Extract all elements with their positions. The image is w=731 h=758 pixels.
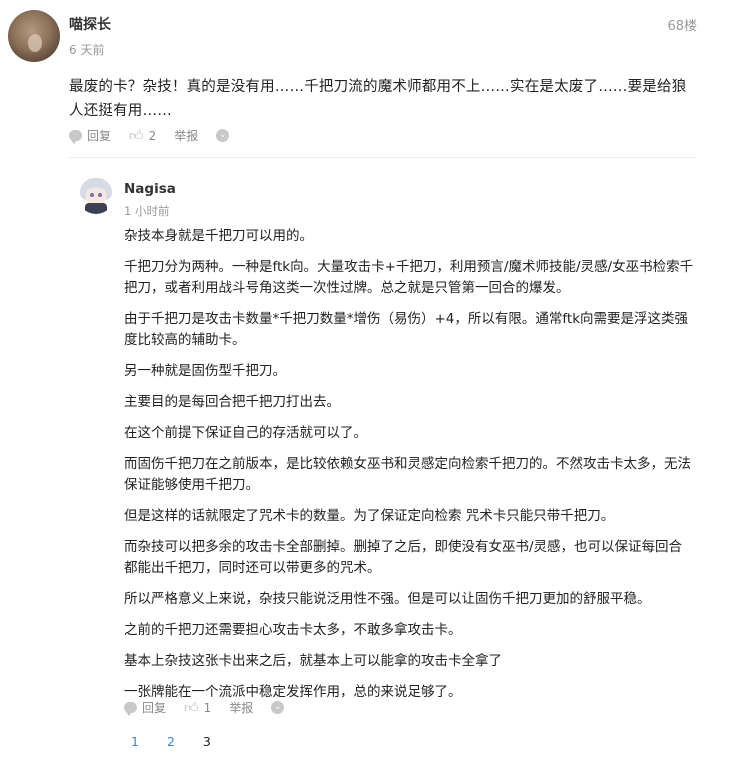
page-current: 3 <box>202 734 211 749</box>
paragraph: 杂技本身就是千把刀可以用的。 <box>124 228 313 244</box>
floor-number: 68楼 <box>667 19 697 34</box>
reply-label: 回复 <box>87 129 112 143</box>
avatar-image <box>28 34 42 52</box>
report-button[interactable]: 举报 <box>174 127 198 144</box>
page-link-2[interactable]: 2 <box>167 734 175 749</box>
page-link-1[interactable]: 1 <box>131 734 139 749</box>
chevron-down-icon[interactable]: ⌄ <box>271 701 285 714</box>
like-count: 2 <box>148 128 157 143</box>
paragraph: 所以严格意义上来说，杂技只能说泛用性不强。但是可以让固伤千把刀更加的舒服平稳。 <box>124 591 651 607</box>
reply-label: 回复 <box>142 701 167 715</box>
paragraph: 在这个前提下保证自己的存活就可以了。 <box>124 425 367 441</box>
reply-button[interactable]: 回复 <box>69 127 111 144</box>
paragraph: 由于千把刀是攻击卡数量*千把刀数量*增伤（易伤）+4，所以有限。通常ftk向需要… <box>124 311 689 348</box>
reply-button[interactable]: 回复 <box>124 699 166 716</box>
timestamp: 1 小时前 <box>124 204 170 218</box>
chevron-down-icon[interactable]: ⌄ <box>216 129 230 142</box>
comment-post: 喵探长 6 天前 68楼 最废的卡？杂技！真的是没有用……千把刀流的魔术师都用不… <box>0 0 731 170</box>
comment-actions: 回复 👍︎ 2 举报 ⌄ <box>69 127 230 144</box>
report-button[interactable]: 举报 <box>229 699 253 716</box>
paragraph: 基本上杂技这张卡出来之后，就基本上可以能拿的攻击卡全拿了 <box>124 653 502 669</box>
comment-icon <box>69 130 82 144</box>
avatar[interactable] <box>8 10 60 62</box>
report-label: 举报 <box>174 129 199 143</box>
like-button[interactable]: 👍︎ 1 <box>184 701 211 715</box>
paragraph: 另一种就是固伤型千把刀。 <box>124 363 286 379</box>
username[interactable]: Nagisa <box>124 181 176 197</box>
thumbs-up-icon: 👍︎ <box>184 699 199 716</box>
paragraph: 之前的千把刀还需要担心攻击卡太多，不敢多拿攻击卡。 <box>124 622 462 638</box>
reply-text: 杂技本身就是千把刀可以用的。 千把刀分为两种。一种是ftk向。大量攻击卡+千把刀… <box>124 226 694 713</box>
comment-text: 最废的卡？杂技！真的是没有用……千把刀流的魔术师都用不上……实在是太废了……要是… <box>69 79 687 119</box>
paragraph: 千把刀分为两种。一种是ftk向。大量攻击卡+千把刀，利用预言/魔术师技能/灵感/… <box>124 259 694 296</box>
paragraph: 主要目的是每回合把千把刀打出去。 <box>124 394 340 410</box>
paragraph: 而固伤千把刀在之前版本，是比较依赖女巫书和灵感定向检索千把刀的。不然攻击卡太多，… <box>124 456 691 493</box>
thumbs-up-icon: 👍︎ <box>129 127 144 144</box>
pagination: 1 2 3 <box>131 734 239 749</box>
reply-actions: 回复 👍︎ 1 举报 ⌄ <box>124 699 285 716</box>
like-count: 1 <box>203 700 212 715</box>
timestamp: 6 天前 <box>69 43 105 57</box>
comment-icon <box>124 702 137 716</box>
paragraph: 但是这样的话就限定了咒术卡的数量。为了保证定向检索 咒术卡只能只带千把刀。 <box>124 508 615 524</box>
paragraph: 而杂技可以把多余的攻击卡全部删掉。删掉了之后，即使没有女巫书/灵感，也可以保证每… <box>124 539 683 576</box>
like-button[interactable]: 👍︎ 2 <box>129 129 156 143</box>
report-label: 举报 <box>229 701 254 715</box>
username[interactable]: 喵探长 <box>69 14 111 34</box>
avatar[interactable] <box>77 176 115 214</box>
divider <box>69 157 697 158</box>
